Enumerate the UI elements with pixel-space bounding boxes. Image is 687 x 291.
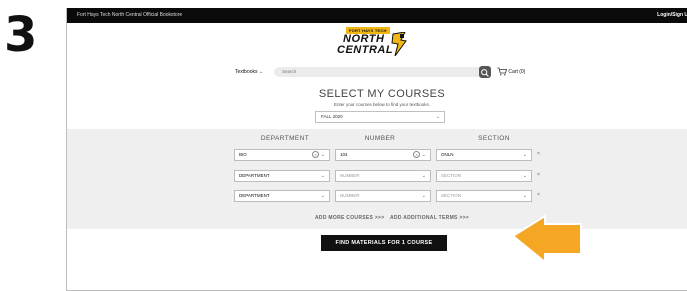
number-value: NUMBER bbox=[340, 173, 360, 178]
search-icon bbox=[481, 69, 489, 77]
add-more-courses-link[interactable]: ADD MORE COURSES >>> bbox=[315, 215, 385, 221]
department-value: DEPARTMENT bbox=[239, 173, 270, 178]
chevron-down-icon: ⌄ bbox=[320, 152, 325, 158]
remove-row-icon[interactable]: × bbox=[537, 192, 540, 198]
cart-icon bbox=[497, 67, 508, 76]
chevron-down-icon: ⌄ bbox=[421, 152, 426, 158]
department-select[interactable]: DEPARTMENT ⌄ bbox=[234, 190, 330, 202]
term-value: FALL 2020 bbox=[321, 114, 343, 119]
textbooks-menu[interactable]: Textbooks ⌄ bbox=[235, 66, 263, 78]
cart-link[interactable]: Cart (0) bbox=[497, 66, 525, 78]
search-input[interactable]: Search bbox=[274, 67, 486, 77]
remove-row-icon[interactable]: × bbox=[537, 151, 540, 157]
step-number: 3 bbox=[4, 7, 37, 63]
column-header-number: NUMBER bbox=[364, 135, 396, 142]
page-title: SELECT MY COURSES bbox=[318, 88, 446, 100]
number-value: 104 bbox=[340, 152, 348, 157]
chevron-down-icon: ⌄ bbox=[522, 193, 527, 199]
number-select[interactable]: 104 × ⌄ bbox=[335, 149, 431, 161]
add-additional-terms-link[interactable]: ADD ADDITIONAL TERMS >>> bbox=[390, 215, 469, 221]
search-placeholder: Search bbox=[282, 69, 297, 74]
section-select[interactable]: SECTION ⌄ bbox=[436, 170, 532, 182]
section-select[interactable]: ONLN ⌄ bbox=[436, 149, 532, 161]
store-logo[interactable]: FORT HAYS TECH NORTH CENTRAL bbox=[337, 26, 407, 66]
department-select[interactable]: DEPARTMENT ⌄ bbox=[234, 170, 330, 182]
chevron-down-icon: ⌄ bbox=[421, 193, 426, 199]
browser-page: Fort Hays Tech North Central Official Bo… bbox=[66, 8, 687, 291]
chevron-down-icon: ⌄ bbox=[258, 69, 264, 75]
login-link[interactable]: Login/Sign U bbox=[657, 8, 687, 23]
search-button[interactable] bbox=[479, 66, 491, 78]
section-value: ONLN bbox=[441, 152, 454, 157]
mascot-icon bbox=[391, 32, 407, 56]
section-select[interactable]: SECTION ⌄ bbox=[436, 190, 532, 202]
top-bar: Fort Hays Tech North Central Official Bo… bbox=[67, 8, 687, 23]
column-header-section: SECTION bbox=[478, 135, 510, 142]
number-select[interactable]: NUMBER ⌄ bbox=[335, 190, 431, 202]
section-value: SECTION bbox=[441, 193, 462, 198]
term-select[interactable]: FALL 2020 ⌄ bbox=[315, 111, 445, 123]
remove-row-icon[interactable]: × bbox=[537, 172, 540, 178]
number-select[interactable]: NUMBER ⌄ bbox=[335, 170, 431, 182]
number-value: NUMBER bbox=[340, 193, 360, 198]
store-name: Fort Hays Tech North Central Official Bo… bbox=[77, 12, 183, 18]
logo-line-2: CENTRAL bbox=[337, 44, 394, 56]
chevron-down-icon: ⌄ bbox=[320, 173, 325, 179]
cart-label: Cart (0) bbox=[508, 69, 526, 75]
chevron-down-icon: ⌄ bbox=[522, 152, 527, 158]
chevron-down-icon: ⌄ bbox=[522, 173, 527, 179]
pointer-arrow-icon bbox=[511, 214, 582, 265]
chevron-down-icon: ⌄ bbox=[435, 114, 440, 120]
chevron-down-icon: ⌄ bbox=[320, 193, 325, 199]
page-subtitle: Enter your courses below to find your te… bbox=[333, 102, 431, 107]
department-select[interactable]: BIO × ⌄ bbox=[234, 149, 330, 161]
textbooks-label: Textbooks bbox=[235, 69, 258, 75]
column-header-department: DEPARTMENT bbox=[260, 135, 310, 142]
clear-icon[interactable]: × bbox=[312, 151, 319, 158]
clear-icon[interactable]: × bbox=[413, 151, 420, 158]
chevron-down-icon: ⌄ bbox=[421, 173, 426, 179]
department-value: BIO bbox=[239, 152, 247, 157]
find-materials-button[interactable]: FIND MATERIALS FOR 1 COURSE bbox=[321, 235, 447, 251]
section-value: SECTION bbox=[441, 173, 462, 178]
department-value: DEPARTMENT bbox=[239, 193, 270, 198]
